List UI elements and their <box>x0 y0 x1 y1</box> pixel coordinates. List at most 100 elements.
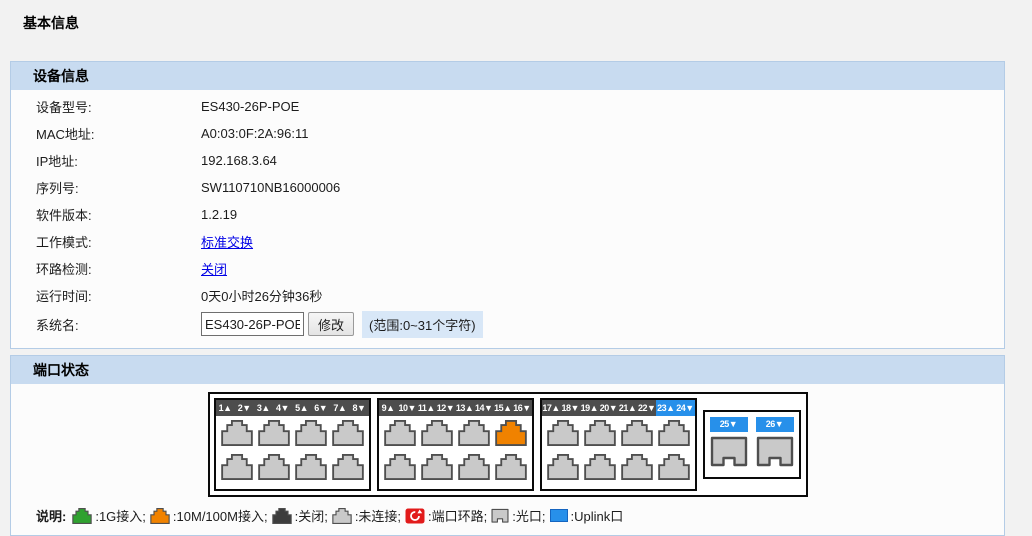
legend-item: :1G接入; <box>72 506 146 525</box>
port-group-grid <box>379 416 532 489</box>
port-label-17: 17▲ <box>542 400 561 416</box>
port-8 <box>332 454 364 485</box>
port-5 <box>295 420 327 451</box>
sfp-port-icon <box>756 435 794 467</box>
info-row: 序列号:SW110710NB16000006 <box>11 174 1004 201</box>
rj45-port-icon <box>495 454 527 480</box>
port-label-8: 8▼ <box>349 400 368 416</box>
port-20 <box>584 454 616 485</box>
port-status-panel: 端口状态 1▲2▼3▲4▼5▲6▼7▲8▼9▲10▼11▲12▼13▲14▼15… <box>10 355 1005 536</box>
rj45-port-icon <box>221 420 253 446</box>
rj45-port-icon <box>258 420 290 446</box>
rj45-port-icon <box>621 420 653 446</box>
port-label-4: 4▼ <box>273 400 292 416</box>
port-23 <box>658 420 690 451</box>
port-group-grid <box>216 416 369 489</box>
port-group-3: 17▲18▼19▲20▼21▲22▼23▲24▼ <box>540 398 697 491</box>
port-17 <box>547 420 579 451</box>
sfp-port-icon-wrap <box>756 435 794 472</box>
info-row-value-link[interactable]: 标准交换 <box>201 232 253 251</box>
port-4 <box>258 454 290 485</box>
legend-text: :1G接入; <box>95 506 146 525</box>
device-info-rows: 设备型号:ES430-26P-POEMAC地址:A0:03:0F:2A:96:1… <box>11 93 1004 309</box>
port-label-6: 6▼ <box>311 400 330 416</box>
rj45-port-icon <box>332 420 364 446</box>
rj45-port-icon <box>458 454 490 480</box>
port-24 <box>658 454 690 485</box>
port-label-13: 13▲ <box>455 400 474 416</box>
info-row-label: 序列号: <box>36 178 201 197</box>
rj45-port-icon <box>547 420 579 446</box>
info-row-value: A0:03:0F:2A:96:11 <box>201 126 308 141</box>
legend-uplink-icon <box>550 509 568 522</box>
legend-item: :光口; <box>491 506 545 525</box>
port-12 <box>421 454 453 485</box>
rj45-port-icon <box>547 454 579 480</box>
port-label-22: 22▼ <box>637 400 656 416</box>
legend-rj45-green-icon <box>72 508 92 524</box>
info-row-value-link[interactable]: 关闭 <box>201 259 227 278</box>
port-label-19: 19▲ <box>580 400 599 416</box>
port-6 <box>295 454 327 485</box>
info-row-label: MAC地址: <box>36 124 201 143</box>
rj45-port-icon <box>258 454 290 480</box>
info-row-value: 192.168.3.64 <box>201 153 277 168</box>
port-group-grid <box>542 416 695 489</box>
port-label-21: 21▲ <box>618 400 637 416</box>
device-info-panel: 设备信息 设备型号:ES430-26P-POEMAC地址:A0:03:0F:2A… <box>10 61 1005 349</box>
info-row: 运行时间:0天0小时26分钟36秒 <box>11 282 1004 309</box>
port-label-14: 14▼ <box>474 400 493 416</box>
port-status-body: 1▲2▼3▲4▼5▲6▼7▲8▼9▲10▼11▲12▼13▲14▼15▲16▼1… <box>11 384 1004 535</box>
rj45-port-icon <box>658 420 690 446</box>
rj45-port-icon <box>495 420 527 446</box>
port-1 <box>221 420 253 451</box>
info-row-label: 设备型号: <box>36 97 201 116</box>
port-label-1: 1▲ <box>216 400 235 416</box>
port-group-header: 17▲18▼19▲20▼21▲22▼23▲24▼ <box>542 400 695 416</box>
port-7 <box>332 420 364 451</box>
port-2 <box>221 454 253 485</box>
port-group-2: 9▲10▼11▲12▼13▲14▼15▲16▼ <box>377 398 534 491</box>
info-row-value: SW110710NB16000006 <box>201 180 340 195</box>
port-label-11: 11▲ <box>417 400 436 416</box>
legend-item: :10M/100M接入; <box>150 506 268 525</box>
info-row-label: IP地址: <box>36 151 201 170</box>
port-3 <box>258 420 290 451</box>
info-row-label: 环路检测: <box>36 259 201 278</box>
info-row-value: 1.2.19 <box>201 207 237 222</box>
legend-item: :关闭; <box>272 506 328 525</box>
legend-sfp-icon <box>491 508 509 523</box>
sfp-panel: 25▼26▼ <box>703 410 801 479</box>
port-11 <box>421 420 453 451</box>
port-label-24: 24▼ <box>675 400 694 416</box>
port-18 <box>547 454 579 485</box>
info-row: 设备型号:ES430-26P-POE <box>11 93 1004 120</box>
port-group-1: 1▲2▼3▲4▼5▲6▼7▲8▼ <box>214 398 371 491</box>
port-label-3: 3▲ <box>254 400 273 416</box>
info-row: MAC地址:A0:03:0F:2A:96:11 <box>11 120 1004 147</box>
legend-text: :10M/100M接入; <box>173 506 268 525</box>
port-15 <box>495 420 527 451</box>
port-label-7: 7▲ <box>330 400 349 416</box>
legend-text: :关闭; <box>295 506 328 525</box>
port-label-20: 20▼ <box>599 400 618 416</box>
system-name-label: 系统名: <box>36 315 201 334</box>
device-info-body: 设备型号:ES430-26P-POEMAC地址:A0:03:0F:2A:96:1… <box>11 90 1004 348</box>
info-row: IP地址:192.168.3.64 <box>11 147 1004 174</box>
rj45-port-icon <box>221 454 253 480</box>
port-label-23: 23▲ <box>656 400 675 416</box>
sfp-port-icon <box>710 435 748 467</box>
port-board: 1▲2▼3▲4▼5▲6▼7▲8▼9▲10▼11▲12▼13▲14▼15▲16▼1… <box>208 392 808 497</box>
sfp-port-25: 25▼ <box>710 417 748 472</box>
system-name-input[interactable] <box>201 312 304 336</box>
modify-button[interactable]: 修改 <box>308 312 354 336</box>
port-19 <box>584 420 616 451</box>
info-row: 软件版本:1.2.19 <box>11 201 1004 228</box>
rj45-port-icon <box>584 420 616 446</box>
rj45-port-icon <box>621 454 653 480</box>
info-row-label: 工作模式: <box>36 232 201 251</box>
info-row-label: 软件版本: <box>36 205 201 224</box>
info-row-value: ES430-26P-POE <box>201 99 299 114</box>
rj45-port-icon <box>458 420 490 446</box>
info-row-label: 运行时间: <box>36 286 201 305</box>
